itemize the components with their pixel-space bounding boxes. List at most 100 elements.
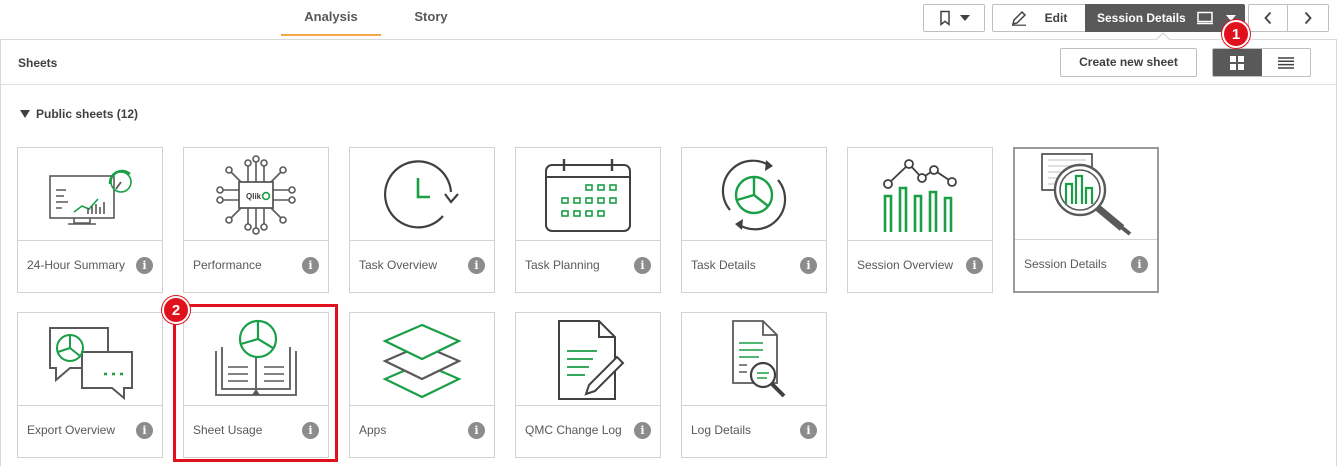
sheet-title: Task Planning: [525, 258, 600, 272]
book-pie-icon: [215, 319, 297, 396]
sheet-title: Session Overview: [857, 258, 954, 272]
layers-icon: [382, 323, 462, 398]
view-toggle: [1212, 48, 1311, 77]
presentation-icon: [1196, 11, 1213, 25]
sheet-thumbnail: [848, 148, 992, 241]
sheet-thumbnail: [18, 148, 162, 241]
previous-sheet-button[interactable]: [1248, 4, 1288, 32]
sheet-thumbnail: Qlik: [184, 148, 328, 241]
info-icon[interactable]: i: [634, 422, 651, 439]
sheet-thumbnail: [1015, 149, 1157, 242]
sheet-card-qmc-change-log[interactable]: QMC Change Log i: [515, 312, 661, 458]
document-pencil-icon: [558, 319, 625, 400]
sheet-thumbnail: [350, 148, 494, 241]
tab-analysis[interactable]: Analysis: [281, 0, 381, 36]
sheet-card-session-overview[interactable]: Session Overview i: [847, 147, 993, 293]
grid-view-button[interactable]: [1213, 49, 1262, 76]
qlik-chip-icon: Qlik: [216, 154, 296, 235]
refresh-pie-icon: [721, 159, 787, 230]
edit-label: Edit: [1044, 11, 1068, 25]
info-icon[interactable]: i: [1131, 256, 1148, 273]
sheet-thumbnail: [682, 313, 826, 406]
sheet-card-footer: 24-Hour Summary i: [18, 240, 162, 292]
tab-story[interactable]: Story: [391, 0, 471, 36]
sheet-card-footer: Apps i: [350, 405, 494, 457]
bookmark-button[interactable]: [923, 4, 985, 32]
chevron-right-icon: [1304, 11, 1312, 25]
info-icon[interactable]: i: [800, 422, 817, 439]
create-new-sheet-button[interactable]: Create new sheet: [1060, 48, 1197, 77]
public-sheets-toggle[interactable]: Public sheets (12): [20, 107, 138, 121]
sheet-card-apps[interactable]: Apps i: [349, 312, 495, 458]
magnifier-chart-icon: [1041, 152, 1132, 236]
sheet-title: Sheet Usage: [193, 423, 263, 437]
info-icon[interactable]: i: [800, 257, 817, 274]
sheet-card-sheet-usage[interactable]: Sheet Usage i: [183, 312, 329, 458]
sheet-card-footer: Task Planning i: [516, 240, 660, 292]
info-icon[interactable]: i: [136, 422, 153, 439]
info-icon[interactable]: i: [136, 257, 153, 274]
pencil-icon: [1011, 10, 1026, 26]
sheet-card-footer: Session Details i: [1015, 239, 1157, 291]
sheet-card-footer: Sheet Usage i: [184, 405, 328, 457]
sheet-card-footer: Performance i: [184, 240, 328, 292]
sheet-card-footer: Session Overview i: [848, 240, 992, 292]
document-search-icon: [732, 319, 786, 397]
next-sheet-button[interactable]: [1287, 4, 1329, 32]
dropdown-pointer: [1156, 32, 1170, 40]
sheet-title: Log Details: [691, 423, 752, 437]
sheet-card-performance[interactable]: Qlik Performance i: [183, 147, 329, 293]
chevron-left-icon: [1264, 11, 1272, 25]
sheet-title: Export Overview: [27, 423, 116, 437]
sheet-thumbnail: [350, 313, 494, 406]
session-details-button[interactable]: Session Details: [1085, 4, 1245, 32]
sheet-title: Performance: [193, 258, 262, 272]
sheet-card-task-overview[interactable]: Task Overview i: [349, 147, 495, 293]
svg-text:Qlik: Qlik: [246, 192, 262, 201]
callout-badge-1: 1: [1222, 20, 1250, 48]
info-icon[interactable]: i: [468, 257, 485, 274]
sheet-card-task-planning[interactable]: Task Planning i: [515, 147, 661, 293]
info-icon[interactable]: i: [468, 422, 485, 439]
sheet-title: Apps: [359, 423, 387, 437]
chat-bubbles-icon: [49, 326, 133, 400]
list-view-button[interactable]: [1262, 49, 1311, 76]
sheet-thumbnail: [18, 313, 162, 406]
sheet-card-session-details[interactable]: Session Details i: [1013, 147, 1159, 293]
sheet-card-footer: Export Overview i: [18, 405, 162, 457]
chevron-down-icon: [960, 15, 970, 21]
info-icon[interactable]: i: [634, 257, 651, 274]
session-details-label: Session Details: [1097, 11, 1186, 25]
top-toolbar: Analysis Story Edit Session Details: [0, 0, 1337, 40]
bookmark-icon: [940, 10, 950, 26]
calendar-icon: [545, 158, 631, 232]
sheet-card-footer: Task Overview i: [350, 240, 494, 292]
edit-button[interactable]: Edit: [992, 4, 1086, 32]
public-sheets-label: Public sheets (12): [36, 107, 139, 121]
sheet-card-log-details[interactable]: Log Details i: [681, 312, 827, 458]
sheet-title: Task Details: [691, 258, 756, 272]
sheet-card-task-details[interactable]: Task Details i: [681, 147, 827, 293]
sheet-title: Session Details: [1024, 257, 1107, 271]
sheet-title: QMC Change Log: [525, 423, 622, 437]
info-icon[interactable]: i: [966, 257, 983, 274]
sheet-thumbnail: [184, 313, 328, 406]
list-view-icon: [1277, 56, 1294, 69]
panel-title: Sheets: [18, 56, 58, 70]
callout-badge-2: 2: [162, 296, 190, 324]
sheet-card-footer: QMC Change Log i: [516, 405, 660, 457]
sheet-thumbnail: [516, 148, 660, 241]
bar-line-chart-icon: [883, 158, 957, 232]
info-icon[interactable]: i: [302, 257, 319, 274]
grid-view-icon: [1230, 55, 1245, 70]
sheet-thumbnail: [516, 313, 660, 406]
sheet-card-24-hour-summary[interactable]: 24-Hour Summary i: [17, 147, 163, 293]
sheet-thumbnail: [682, 148, 826, 241]
sheets-panel-header: Sheets Create new sheet: [1, 40, 1336, 85]
sheet-title: Task Overview: [359, 258, 438, 272]
sheet-card-export-overview[interactable]: Export Overview i: [17, 312, 163, 458]
info-icon[interactable]: i: [302, 422, 319, 439]
clock-icon: [384, 159, 459, 228]
dashboard-monitor-icon: [49, 169, 132, 225]
sheet-card-footer: Task Details i: [682, 240, 826, 292]
